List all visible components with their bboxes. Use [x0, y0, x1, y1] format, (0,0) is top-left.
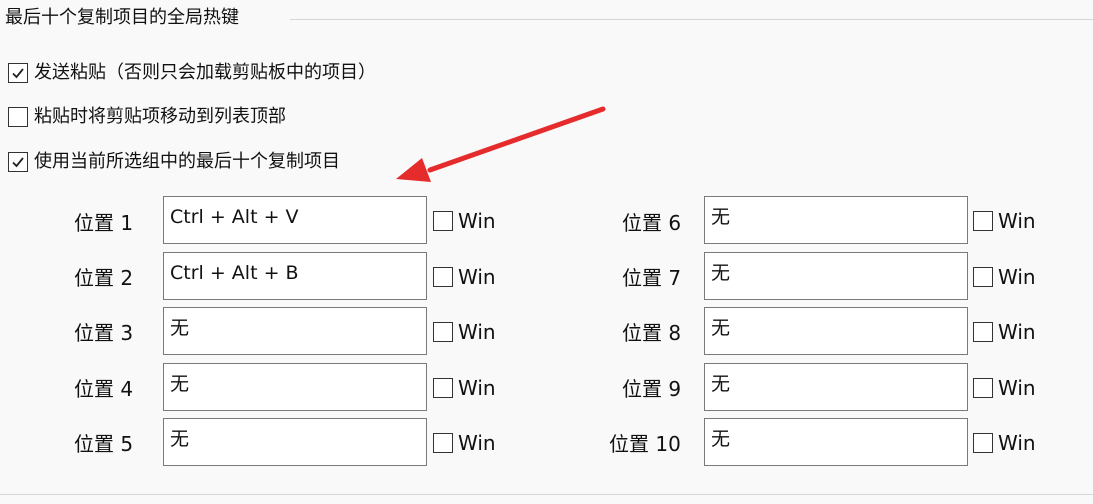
- position-6-hotkey-field[interactable]: 无: [704, 196, 968, 244]
- position-8-win-option[interactable]: Win: [973, 318, 1036, 346]
- position-5-win-checkbox[interactable]: [433, 433, 453, 453]
- group-border-top: [290, 19, 1093, 20]
- move-to-top-option[interactable]: 粘贴时将剪贴项移动到列表顶部: [8, 104, 286, 130]
- send-paste-label: 发送粘贴（否则只会加载剪贴板中的项目）: [34, 62, 376, 83]
- position-2-win-option[interactable]: Win: [433, 263, 496, 291]
- position-3-win-label: Win: [458, 320, 496, 344]
- use-current-group-option[interactable]: 使用当前所选组中的最后十个复制项目: [8, 149, 340, 175]
- position-6-win-checkbox[interactable]: [973, 211, 993, 231]
- position-4-win-checkbox[interactable]: [433, 378, 453, 398]
- position-1-win-label: Win: [458, 209, 496, 233]
- position-6-label: 位置 6: [622, 211, 682, 235]
- position-1-win-option[interactable]: Win: [433, 207, 496, 235]
- position-5-hotkey-field[interactable]: 无: [163, 418, 427, 466]
- group-title: 最后十个复制项目的全局热键: [5, 6, 247, 30]
- position-8-label: 位置 8: [622, 321, 682, 345]
- position-9-win-option[interactable]: Win: [973, 374, 1036, 402]
- position-6-win-option[interactable]: Win: [973, 207, 1036, 235]
- checkmark-icon: [12, 68, 24, 79]
- position-7-win-label: Win: [998, 265, 1036, 289]
- move-to-top-label: 粘贴时将剪贴项移动到列表顶部: [34, 106, 286, 127]
- position-1-label: 位置 1: [74, 211, 134, 235]
- use-current-group-label: 使用当前所选组中的最后十个复制项目: [34, 151, 340, 172]
- position-1-win-checkbox[interactable]: [433, 211, 453, 231]
- position-9-win-checkbox[interactable]: [973, 378, 993, 398]
- position-4-win-option[interactable]: Win: [433, 374, 496, 402]
- move-to-top-checkbox[interactable]: [8, 107, 28, 127]
- group-border-bottom: [0, 494, 1093, 495]
- position-4-hotkey-field[interactable]: 无: [163, 363, 427, 411]
- position-7-label: 位置 7: [622, 266, 682, 290]
- position-4-label: 位置 4: [74, 377, 134, 401]
- position-7-hotkey-field[interactable]: 无: [704, 252, 968, 300]
- position-9-hotkey-field[interactable]: 无: [704, 363, 968, 411]
- send-paste-option[interactable]: 发送粘贴（否则只会加载剪贴板中的项目）: [8, 60, 376, 86]
- position-10-label: 位置 10: [609, 432, 681, 456]
- position-2-label: 位置 2: [74, 266, 134, 290]
- position-8-win-label: Win: [998, 320, 1036, 344]
- position-1-hotkey-field[interactable]: Ctrl + Alt + V: [163, 196, 427, 244]
- position-3-hotkey-field[interactable]: 无: [163, 307, 427, 355]
- position-7-win-option[interactable]: Win: [973, 263, 1036, 291]
- checkmark-icon: [12, 157, 24, 168]
- position-10-hotkey-field[interactable]: 无: [704, 418, 968, 466]
- position-8-win-checkbox[interactable]: [973, 322, 993, 342]
- position-2-hotkey-field[interactable]: Ctrl + Alt + B: [163, 252, 427, 300]
- position-10-win-option[interactable]: Win: [973, 429, 1036, 457]
- position-3-label: 位置 3: [74, 321, 134, 345]
- position-10-win-label: Win: [998, 431, 1036, 455]
- position-9-win-label: Win: [998, 376, 1036, 400]
- position-9-label: 位置 9: [622, 377, 682, 401]
- send-paste-checkbox[interactable]: [8, 63, 28, 83]
- position-3-win-checkbox[interactable]: [433, 322, 453, 342]
- hotkeys-group: 最后十个复制项目的全局热键 发送粘贴（否则只会加载剪贴板中的项目） 粘贴时将剪贴…: [0, 0, 1093, 504]
- position-6-win-label: Win: [998, 209, 1036, 233]
- position-5-label: 位置 5: [74, 432, 134, 456]
- position-8-hotkey-field[interactable]: 无: [704, 307, 968, 355]
- position-4-win-label: Win: [458, 376, 496, 400]
- position-7-win-checkbox[interactable]: [973, 267, 993, 287]
- position-2-win-label: Win: [458, 265, 496, 289]
- position-5-win-option[interactable]: Win: [433, 429, 496, 457]
- position-5-win-label: Win: [458, 431, 496, 455]
- position-10-win-checkbox[interactable]: [973, 433, 993, 453]
- position-3-win-option[interactable]: Win: [433, 318, 496, 346]
- use-current-group-checkbox[interactable]: [8, 152, 28, 172]
- position-2-win-checkbox[interactable]: [433, 267, 453, 287]
